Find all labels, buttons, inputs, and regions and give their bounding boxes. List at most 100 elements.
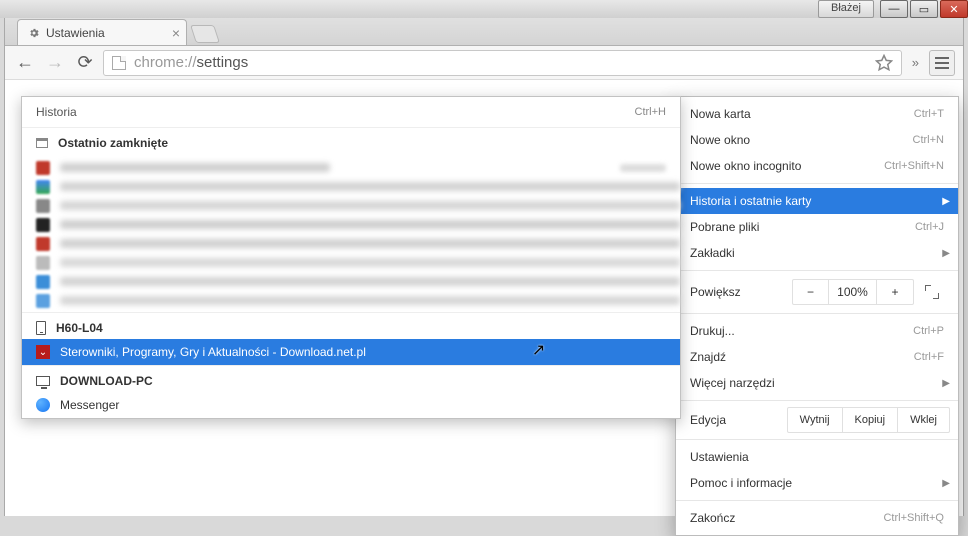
menu-new-tab[interactable]: Nowa karta Ctrl+T [676, 101, 958, 127]
chrome-main-menu: Nowa karta Ctrl+T Nowe okno Ctrl+N Nowe … [675, 96, 959, 536]
gear-icon [28, 27, 40, 39]
monitor-icon [36, 376, 50, 386]
history-submenu-panel: Historia Ctrl+H Ostatnio zamknięte H60-L… [21, 96, 681, 419]
menu-label: Zakładki [690, 246, 735, 260]
menu-shortcut: Ctrl+F [914, 351, 944, 363]
window-titlebar: Błażej — ▭ ✕ [0, 0, 968, 18]
submenu-arrow-icon: ▶ [942, 378, 950, 389]
submenu-arrow-icon: ▶ [942, 196, 950, 207]
history-item[interactable] [22, 215, 680, 234]
menu-label: Ustawienia [690, 450, 749, 464]
menu-label: Więcej narzędzi [690, 376, 775, 390]
history-item[interactable] [22, 291, 680, 310]
menu-settings[interactable]: Ustawienia [676, 444, 958, 470]
recently-closed-list [22, 156, 680, 312]
menu-edit-row: Edycja Wytnij Kopiuj Wklej [676, 405, 958, 435]
zoom-label: Powiększ [690, 285, 792, 299]
paste-button[interactable]: Wklej [898, 408, 949, 432]
tab-settings[interactable]: Ustawienia × [17, 19, 187, 45]
device-tab-item-selected[interactable]: ⌄ Sterowniki, Programy, Gry i Aktualnośc… [22, 339, 680, 365]
zoom-in-button[interactable]: + [877, 280, 913, 304]
back-button[interactable]: ← [13, 51, 37, 75]
window-maximize-button[interactable]: ▭ [910, 0, 938, 18]
history-item[interactable] [22, 177, 680, 196]
menu-more-tools[interactable]: Więcej narzędzi ▶ [676, 370, 958, 396]
chrome-menu-button[interactable] [929, 50, 955, 76]
window-minimize-button[interactable]: — [880, 0, 908, 18]
menu-history[interactable]: Historia i ostatnie karty ▶ [676, 188, 958, 214]
submenu-arrow-icon: ▶ [942, 478, 950, 489]
zoom-out-button[interactable]: − [793, 280, 829, 304]
menu-shortcut: Ctrl+P [913, 325, 944, 337]
fullscreen-button[interactable] [914, 285, 950, 299]
menu-shortcut: Ctrl+T [914, 108, 944, 120]
fullscreen-icon [925, 285, 939, 299]
forward-button[interactable]: → [43, 51, 67, 75]
toolbar: ← → ⟳ chrome://settings » [5, 46, 963, 80]
cut-button[interactable]: Wytnij [788, 408, 843, 432]
history-menu-item[interactable]: Historia Ctrl+H [22, 97, 680, 128]
history-item[interactable] [22, 253, 680, 272]
menu-label: Pomoc i informacje [690, 476, 792, 490]
history-item[interactable] [22, 158, 680, 177]
history-head-label: Historia [36, 105, 77, 119]
menu-zoom-row: Powiększ − 100% + [676, 275, 958, 309]
menu-help[interactable]: Pomoc i informacje ▶ [676, 470, 958, 496]
device-section-phone: H60-L04 [22, 312, 680, 339]
history-item[interactable] [22, 272, 680, 291]
menu-separator [676, 183, 958, 184]
messenger-favicon [36, 398, 50, 412]
user-badge[interactable]: Błażej [818, 0, 874, 18]
recently-closed-label: Ostatnio zamknięte [58, 136, 168, 150]
recently-closed-header: Ostatnio zamknięte [22, 128, 680, 156]
menu-label: Zakończ [690, 511, 735, 525]
device-tab-item[interactable]: Messenger [22, 392, 680, 418]
new-tab-button[interactable] [190, 25, 220, 43]
menu-find[interactable]: Znajdź Ctrl+F [676, 344, 958, 370]
menu-shortcut: Ctrl+Shift+Q [883, 512, 944, 524]
menu-label: Drukuj... [690, 324, 735, 338]
menu-label: Historia i ostatnie karty [690, 194, 811, 208]
site-favicon: ⌄ [36, 345, 50, 359]
bookmark-star-icon[interactable] [875, 54, 893, 72]
menu-new-incognito[interactable]: Nowe okno incognito Ctrl+Shift+N [676, 153, 958, 179]
menu-separator [676, 400, 958, 401]
zoom-value: 100% [829, 280, 877, 304]
history-item[interactable] [22, 196, 680, 215]
address-bar[interactable]: chrome://settings [103, 50, 902, 76]
menu-separator [676, 270, 958, 271]
tab-close-icon[interactable]: × [172, 25, 180, 41]
menu-print[interactable]: Drukuj... Ctrl+P [676, 318, 958, 344]
url-text: chrome://settings [134, 54, 248, 71]
device-name: DOWNLOAD-PC [60, 374, 153, 388]
history-head-shortcut: Ctrl+H [635, 106, 666, 118]
window-close-button[interactable]: ✕ [940, 0, 968, 18]
menu-separator [676, 500, 958, 501]
window-icon [36, 138, 48, 148]
menu-exit[interactable]: Zakończ Ctrl+Shift+Q [676, 505, 958, 531]
tab-title: Ustawienia [46, 26, 105, 40]
menu-label: Nowe okno [690, 133, 750, 147]
tab-strip: Ustawienia × [5, 18, 963, 46]
menu-shortcut: Ctrl+Shift+N [884, 160, 944, 172]
extensions-overflow-icon[interactable]: » [908, 55, 923, 70]
menu-downloads[interactable]: Pobrane pliki Ctrl+J [676, 214, 958, 240]
submenu-arrow-icon: ▶ [942, 248, 950, 259]
menu-bookmarks[interactable]: Zakładki ▶ [676, 240, 958, 266]
reload-button[interactable]: ⟳ [73, 51, 97, 75]
device-name: H60-L04 [56, 321, 103, 335]
device-tab-title: Sterowniki, Programy, Gry i Aktualności … [60, 345, 366, 359]
copy-button[interactable]: Kopiuj [843, 408, 899, 432]
history-item[interactable] [22, 234, 680, 253]
menu-label: Nowe okno incognito [690, 159, 801, 173]
menu-separator [676, 439, 958, 440]
edit-label: Edycja [690, 407, 787, 433]
menu-shortcut: Ctrl+J [915, 221, 944, 233]
device-tab-title: Messenger [60, 398, 119, 412]
menu-label: Pobrane pliki [690, 220, 759, 234]
menu-new-window[interactable]: Nowe okno Ctrl+N [676, 127, 958, 153]
menu-label: Znajdź [690, 350, 726, 364]
chrome-window: Ustawienia × ← → ⟳ chrome://settings » C… [4, 18, 964, 516]
page-icon [112, 56, 126, 70]
menu-label: Nowa karta [690, 107, 751, 121]
